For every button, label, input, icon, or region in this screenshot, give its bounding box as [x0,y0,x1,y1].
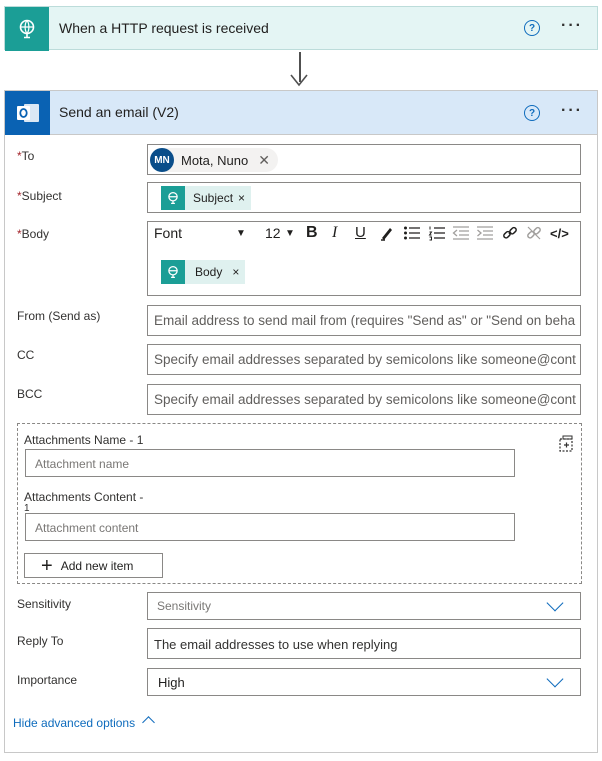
trigger-title: When a HTTP request is received [59,20,269,36]
remove-recipient-icon[interactable]: ✕ [258,152,270,169]
chevron-down-icon [546,670,564,688]
outlook-icon [5,91,50,135]
subject-label: *Subject [17,189,62,203]
switch-to-input-array-icon[interactable] [557,435,575,458]
chevron-down-icon[interactable]: ▼ [236,228,246,239]
from-placeholder: Email address to send mail from (require… [154,313,576,328]
subject-token[interactable]: Subject × [161,186,252,210]
attachment-name-placeholder: Attachment name [35,457,130,471]
attachment-content-placeholder: Attachment content [35,521,139,535]
remove-token-icon[interactable]: × [232,265,245,279]
importance-value: High [158,675,185,690]
help-icon[interactable]: ? [524,20,540,36]
body-label: *Body [17,227,50,241]
sensitivity-label: Sensitivity [17,597,72,611]
sensitivity-placeholder: Sensitivity [157,599,212,613]
numbered-list-icon[interactable] [428,225,446,244]
attachment-content-input[interactable]: Attachment content [25,513,515,541]
from-field[interactable]: Email address to send mail from (require… [147,305,581,336]
attachment-content-label-wrap: 1 [24,503,30,511]
italic-button[interactable]: I [332,224,337,242]
font-select[interactable]: Font [154,225,182,241]
remove-token-icon[interactable]: × [238,191,251,205]
recipient-persona[interactable]: MN Mota, Nuno ✕ [150,148,278,172]
increase-indent-icon[interactable] [476,225,494,244]
avatar: MN [150,148,174,172]
bcc-placeholder: Specify email addresses separated by sem… [154,392,576,407]
http-request-globe-icon [161,260,185,284]
importance-dropdown[interactable]: High [147,668,581,696]
reply-to-field[interactable]: The email addresses to use when replying [147,628,581,659]
attachment-content-label: Attachments Content - [24,490,144,504]
body-token[interactable]: Body × [161,260,246,284]
attachment-name-label: Attachments Name - 1 [24,433,144,447]
importance-label: Importance [17,673,78,687]
bulleted-list-icon[interactable] [403,225,421,244]
bcc-field[interactable]: Specify email addresses separated by sem… [147,384,581,415]
font-size-select[interactable]: 12 [265,225,281,241]
plus-icon: + [41,554,53,577]
cc-field[interactable]: Specify email addresses separated by sem… [147,344,581,375]
chevron-down-icon [546,594,564,612]
action-header[interactable]: Send an email (V2) ? ··· [4,90,598,135]
code-view-button[interactable]: </> [550,226,569,241]
underline-button[interactable]: U [355,224,366,241]
connector-arrow-icon [290,74,308,87]
trigger-card[interactable]: When a HTTP request is received ? ··· [4,6,598,51]
chevron-down-icon[interactable]: ▼ [285,228,295,239]
bold-button[interactable]: B [306,224,318,242]
highlight-icon[interactable] [379,225,395,244]
recipient-name: Mota, Nuno [181,152,249,168]
body-token-label: Body [195,265,223,279]
reply-to-placeholder: The email addresses to use when replying [154,637,398,652]
reply-to-label: Reply To [17,634,64,648]
more-options-icon[interactable]: ··· [561,17,583,35]
add-new-item-button[interactable]: + Add new item [24,553,163,578]
action-title: Send an email (V2) [59,104,179,120]
cc-placeholder: Specify email addresses separated by sem… [154,352,576,367]
sensitivity-dropdown[interactable]: Sensitivity [147,592,581,620]
unlink-icon[interactable] [526,225,542,244]
to-label: *To [17,149,35,163]
attachment-name-input[interactable]: Attachment name [25,449,515,477]
body-toolbar: Font ▼ 12 ▼ B I U </> [148,222,580,248]
from-label: From (Send as) [17,309,101,323]
help-icon[interactable]: ? [524,105,540,121]
hide-advanced-options-link[interactable]: Hide advanced options [13,716,135,730]
link-icon[interactable] [502,225,518,244]
more-options-icon[interactable]: ··· [561,102,583,120]
bcc-label: BCC [17,387,43,401]
http-request-globe-icon [5,7,49,51]
decrease-indent-icon[interactable] [452,225,470,244]
cc-label: CC [17,348,35,362]
http-request-globe-icon [161,186,185,210]
add-new-item-label: Add new item [60,558,134,573]
subject-token-label: Subject [193,191,234,205]
